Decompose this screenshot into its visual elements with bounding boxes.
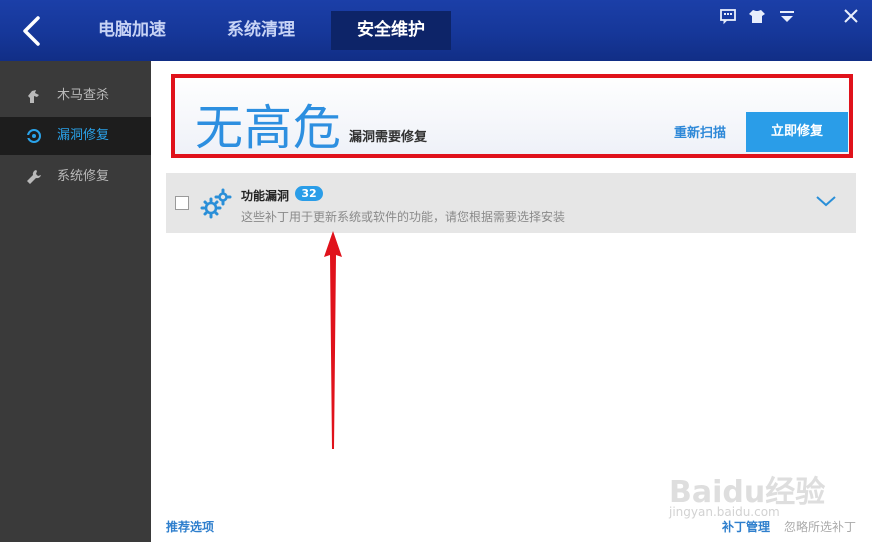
tab-speedup[interactable]: 电脑加速 bbox=[82, 11, 182, 50]
menu-icon[interactable] bbox=[776, 6, 798, 26]
tab-cleanup[interactable]: 系统清理 bbox=[210, 11, 312, 50]
shield-scan-icon bbox=[26, 129, 41, 143]
sidebar-item-trojan-scan[interactable]: 木马查杀 bbox=[0, 77, 151, 115]
vulnerability-group-description: 这些补丁用于更新系统或软件的功能，请您根据需要选择安装 bbox=[241, 210, 566, 224]
horse-icon bbox=[28, 90, 39, 103]
watermark-url: jingyan.baidu.com bbox=[669, 505, 780, 519]
highlight-box bbox=[171, 74, 853, 158]
sidebar: 木马查杀 漏洞修复 系统修复 bbox=[0, 61, 151, 542]
annotation-arrow bbox=[324, 231, 342, 449]
main-panel: 无高危 漏洞需要修复 重新扫描 立即修复 功能漏洞 32 这些补丁用于更新系统或… bbox=[151, 61, 872, 542]
skin-icon[interactable] bbox=[746, 6, 768, 26]
tab-security[interactable]: 安全维护 bbox=[331, 11, 451, 50]
sidebar-item-label: 木马查杀 bbox=[57, 88, 110, 103]
vulnerability-group-title: 功能漏洞 bbox=[241, 189, 290, 203]
back-arrow-icon[interactable] bbox=[16, 14, 50, 48]
gears-icon bbox=[200, 188, 232, 219]
sidebar-item-system-repair[interactable]: 系统修复 bbox=[0, 158, 151, 196]
recommend-options-link[interactable]: 推荐选项 bbox=[166, 518, 214, 535]
sidebar-item-vuln-fix[interactable]: 漏洞修复 bbox=[0, 117, 151, 155]
chevron-down-icon[interactable] bbox=[814, 193, 838, 209]
vulnerability-checkbox[interactable] bbox=[175, 196, 189, 210]
title-bar: 电脑加速 系统清理 安全维护 bbox=[0, 0, 872, 61]
feedback-icon[interactable] bbox=[717, 6, 739, 26]
sidebar-item-label: 系统修复 bbox=[57, 169, 110, 184]
ignore-selected-link[interactable]: 忽略所选补丁 bbox=[784, 518, 856, 535]
patch-management-link[interactable]: 补丁管理 bbox=[722, 518, 770, 535]
wrench-icon bbox=[27, 170, 41, 184]
count-badge: 32 bbox=[295, 186, 323, 201]
vulnerability-group-row[interactable]: 功能漏洞 32 这些补丁用于更新系统或软件的功能，请您根据需要选择安装 bbox=[166, 173, 856, 233]
sidebar-item-label: 漏洞修复 bbox=[57, 128, 110, 143]
close-icon[interactable] bbox=[840, 6, 862, 26]
